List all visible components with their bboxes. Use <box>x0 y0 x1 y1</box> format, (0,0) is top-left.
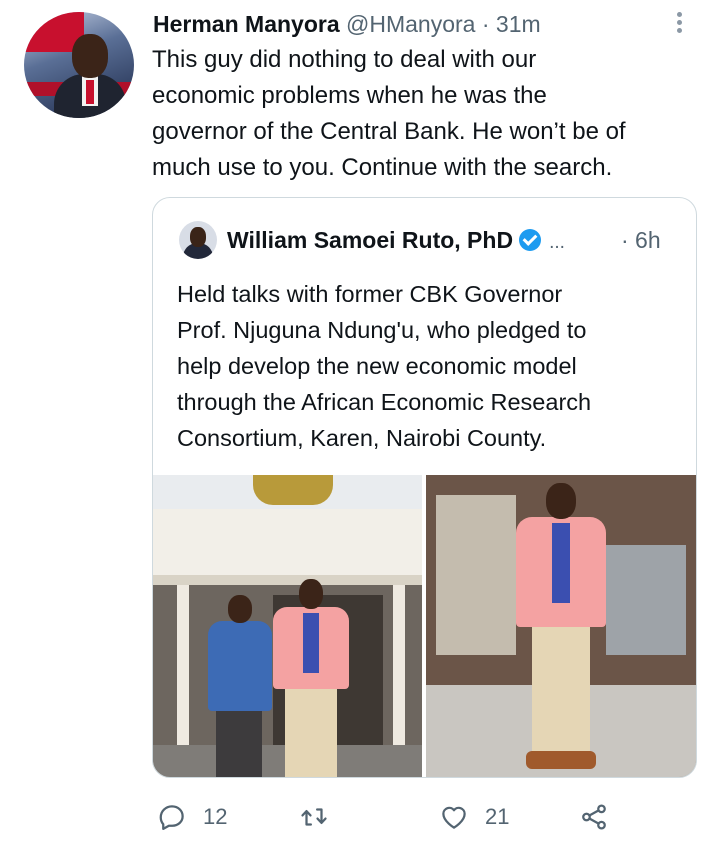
tweet-text: This guy did nothing to deal with our ec… <box>152 46 626 181</box>
tweet-actions: 12 21 <box>0 795 719 839</box>
quoted-author-avatar[interactable] <box>179 221 217 259</box>
quoted-tweet-header: William Samoei Ruto, PhD... <box>227 222 677 258</box>
retweet-icon <box>301 808 327 826</box>
retweet-button[interactable] <box>299 795 345 839</box>
avatar-tie <box>86 80 94 104</box>
reply-icon <box>159 805 184 830</box>
author-name[interactable]: Herman Manyora <box>153 11 340 37</box>
share-icon <box>582 804 606 830</box>
like-button[interactable]: 21 <box>439 795 509 839</box>
reply-count: 12 <box>203 804 228 829</box>
verified-badge-icon <box>519 229 542 251</box>
header-separator: · <box>481 11 490 37</box>
person-in-pink-shirt <box>516 483 606 773</box>
coat-of-arms-image <box>253 475 333 505</box>
quoted-ellipsis: ... <box>549 232 565 253</box>
quoted-tweet-time[interactable]: · 6h <box>621 222 661 258</box>
author-avatar[interactable] <box>24 12 134 118</box>
quoted-photo-1[interactable] <box>153 475 422 777</box>
person-in-blue-suit <box>208 595 272 777</box>
quoted-tweet-text: Held talks with former CBK Governor Prof… <box>177 281 592 451</box>
reply-button[interactable]: 12 <box>157 795 227 839</box>
tweet-time[interactable]: 31m <box>496 11 541 37</box>
avatar-face <box>72 34 108 78</box>
share-button[interactable] <box>579 795 609 839</box>
quoted-tweet[interactable]: William Samoei Ruto, PhD... · 6h Held ta… <box>152 197 697 778</box>
more-vertical-icon[interactable] <box>672 10 686 36</box>
author-handle[interactable]: @HManyora <box>346 11 475 37</box>
person-in-pink-shirt <box>273 579 349 777</box>
quoted-photo-2[interactable] <box>426 475 696 777</box>
tweet-header: Herman Manyora @HManyora · 31m <box>153 8 673 40</box>
quoted-author-name[interactable]: William Samoei Ruto, PhD <box>227 227 513 253</box>
heart-icon <box>442 806 466 829</box>
like-count: 21 <box>485 804 510 829</box>
